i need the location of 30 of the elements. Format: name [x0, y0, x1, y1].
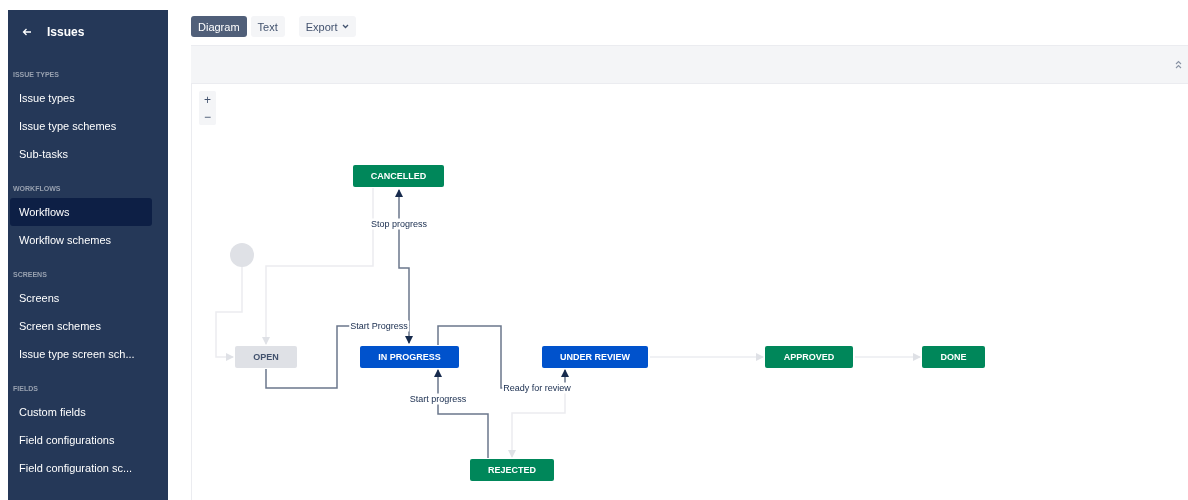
transition-label: Ready for review [502, 382, 572, 394]
export-button[interactable]: Export [298, 16, 356, 37]
sidebar-item[interactable]: Issue types [10, 84, 152, 112]
status-node[interactable]: UNDER REVIEW [542, 346, 648, 368]
sidebar-item[interactable]: Custom fields [10, 398, 152, 426]
caret-icon [341, 24, 349, 29]
back-label[interactable]: Issues [47, 25, 85, 39]
status-node[interactable]: REJECTED [470, 459, 554, 481]
collapse-icon[interactable] [1175, 60, 1182, 69]
status-node[interactable]: OPEN [235, 346, 297, 368]
status-node[interactable]: APPROVED [765, 346, 853, 368]
sidebar-item[interactable]: Sub-tasks [10, 140, 152, 168]
view-tab[interactable]: Text [250, 16, 285, 37]
start-node [230, 243, 254, 267]
back-icon[interactable] [22, 28, 32, 36]
status-node[interactable]: IN PROGRESS [360, 346, 459, 368]
sidebar-item[interactable]: Field configuration sc... [10, 454, 152, 482]
sidebar-item[interactable]: Workflow schemes [10, 226, 152, 254]
transition-label: Stop progress [370, 218, 428, 230]
transition-label: Start progress [408, 393, 468, 405]
transition-label: Start Progress [349, 320, 409, 332]
status-node[interactable]: CANCELLED [353, 165, 444, 187]
status-node[interactable]: DONE [922, 346, 985, 368]
view-tab[interactable]: Diagram [191, 16, 247, 37]
sidebar-item[interactable]: Workflows [10, 198, 152, 226]
sidebar-item[interactable]: Issue type screen sch... [10, 340, 152, 368]
sidebar-item[interactable]: Screens [10, 284, 152, 312]
sidebar-item[interactable]: Screen schemes [10, 312, 152, 340]
sidebar-item[interactable]: Field configurations [10, 426, 152, 454]
sidebar-item[interactable]: Issue type schemes [10, 112, 152, 140]
